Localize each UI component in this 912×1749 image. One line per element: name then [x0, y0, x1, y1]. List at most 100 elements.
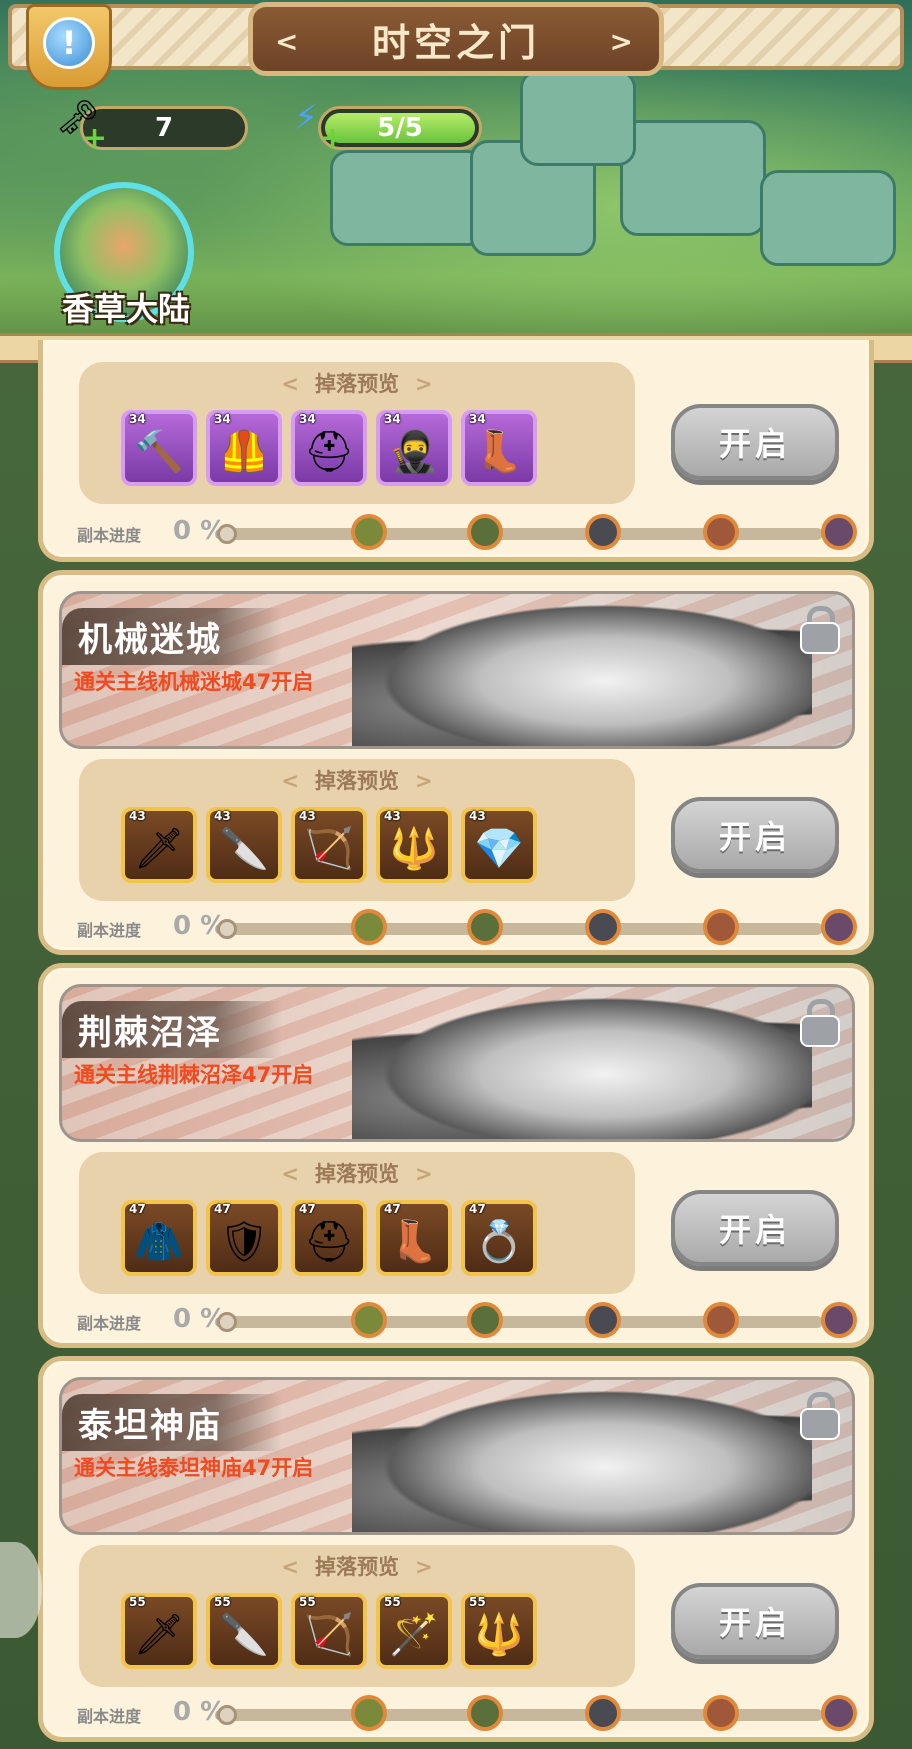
- hood-icon: 🥷: [389, 429, 439, 475]
- drop-item-slot[interactable]: 55 🔱: [461, 1593, 537, 1669]
- scimitar-icon: 🗡: [133, 826, 185, 872]
- map-selector[interactable]: 香草大陆: [46, 182, 206, 342]
- drop-item-slot[interactable]: 47 🧥: [121, 1200, 197, 1276]
- drop-item-slot[interactable]: 34 👢: [461, 410, 537, 486]
- progress-label: 副本进度: [77, 921, 142, 940]
- drop-item-slot[interactable]: 34 🦺: [206, 410, 282, 486]
- drop-item-slot[interactable]: 55 🔪: [206, 1593, 282, 1669]
- progress-start-node: [217, 919, 237, 939]
- chevron-right-icon: >: [609, 25, 637, 58]
- drop-item-slot[interactable]: 34 ⛑: [291, 410, 367, 486]
- progress-label: 副本进度: [77, 526, 142, 545]
- boar-icon[interactable]: [585, 1302, 621, 1338]
- chevron-right-icon: >: [415, 1162, 433, 1186]
- open-button[interactable]: 开启: [671, 404, 839, 480]
- blade-icon: 🔪: [219, 826, 269, 872]
- fire-bot-icon[interactable]: [585, 909, 621, 945]
- chevron-left-icon: <: [281, 372, 299, 396]
- add-energy-button[interactable]: +: [320, 124, 345, 154]
- warlord-icon[interactable]: [821, 1695, 857, 1731]
- dungeon-progress: 副本进度 0 %: [43, 1693, 879, 1733]
- drop-item-slot[interactable]: 34 🔨: [121, 410, 197, 486]
- chevron-left-icon: <: [281, 1555, 299, 1579]
- drop-preview-title: < 掉落预览 >: [281, 372, 433, 396]
- drop-preview: < 掉落预览 > 55 🗡 55 🔪 55 🏹 55 🪄 55 🔱: [79, 1545, 635, 1687]
- drop-item-slot[interactable]: 47 🛡: [206, 1200, 282, 1276]
- drop-item-slot[interactable]: 43 🔪: [206, 807, 282, 883]
- scene-rock: [760, 170, 896, 266]
- drop-preview: < 掉落预览 > 47 🧥 47 🛡 47 ⛑ 47 👢 47 💍: [79, 1152, 635, 1294]
- drop-item-slot[interactable]: 34 🥷: [376, 410, 452, 486]
- troll-icon[interactable]: [467, 1302, 503, 1338]
- ice-mage-icon[interactable]: [467, 1695, 503, 1731]
- dungeon-banner[interactable]: 泰坦神庙 通关主线泰坦神庙47开启: [59, 1377, 855, 1535]
- boss-artwork: [352, 987, 812, 1139]
- drop-item-slot[interactable]: 55 🏹: [291, 1593, 367, 1669]
- dungeon-banner[interactable]: 荆棘沼泽 通关主线荆棘沼泽47开启: [59, 984, 855, 1142]
- dark-beast-icon[interactable]: [585, 514, 621, 550]
- witch-icon[interactable]: [821, 514, 857, 550]
- helm-icon: ⛑: [303, 1219, 355, 1265]
- dungeon-progress: 副本进度 0 %: [43, 512, 879, 552]
- map-name: 香草大陆: [61, 290, 190, 328]
- dungeon-name: 泰坦神庙: [62, 1394, 282, 1451]
- chevron-right-icon: >: [415, 372, 433, 396]
- armor-icon: 🛡: [218, 1219, 270, 1265]
- chevron-left-icon: <: [281, 769, 299, 793]
- boss-artwork: [352, 594, 812, 746]
- open-button[interactable]: 开启: [671, 797, 839, 873]
- drop-item-slot[interactable]: 43 🗡: [121, 807, 197, 883]
- cloak-icon: 🧥: [134, 1219, 184, 1265]
- drop-preview-title: < 掉落预览 >: [281, 1162, 433, 1186]
- engineer-icon[interactable]: [703, 909, 739, 945]
- swamp-beast-icon[interactable]: [351, 1302, 387, 1338]
- wand-icon: 💎: [474, 826, 524, 872]
- drop-item-slot[interactable]: 55 🗡: [121, 1593, 197, 1669]
- chest-armor-icon: 🦺: [219, 429, 269, 475]
- dungeon-card-titan-temple: 泰坦神庙 通关主线泰坦神庙47开启 < 掉落预览 > 55 🗡 55 🔪 55 🏹 55 🪄 55 🔱…: [38, 1356, 874, 1742]
- chevron-left-icon: <: [281, 1162, 299, 1186]
- ogre-icon[interactable]: [703, 1302, 739, 1338]
- dungeon-card-vanilla: < 掉落预览 > 34 🔨 34 🦺 34 ⛑ 34 🥷 34 👢 开启 副本进度 0 %: [38, 340, 874, 562]
- beast-icon[interactable]: [703, 1695, 739, 1731]
- drop-item-slot[interactable]: 47 ⛑: [291, 1200, 367, 1276]
- chevron-left-icon: <: [275, 25, 303, 58]
- drop-item-slot[interactable]: 55 🪄: [376, 1593, 452, 1669]
- drop-item-slot[interactable]: 47 💍: [461, 1200, 537, 1276]
- open-button[interactable]: 开启: [671, 1190, 839, 1266]
- orc-icon[interactable]: [821, 1302, 857, 1338]
- goblin-shaman-icon[interactable]: [467, 514, 503, 550]
- header-scene: < 时空之门 > ! 7 🗝 + 5/5 ⚡ + 香草大陆: [0, 0, 912, 345]
- drop-item-slot[interactable]: 43 🏹: [291, 807, 367, 883]
- fire-spirit-icon[interactable]: [351, 1695, 387, 1731]
- add-key-button[interactable]: +: [82, 124, 107, 154]
- stone-titan-icon[interactable]: [585, 1695, 621, 1731]
- drop-item-slot[interactable]: 43 🔱: [376, 807, 452, 883]
- goblin-boss-icon[interactable]: [351, 514, 387, 550]
- dungeon-card-mech-city: 机械迷城 通关主线机械迷城47开启 < 掉落预览 > 43 🗡 43 🔪 43 🏹 43 🔱 43 💎…: [38, 570, 874, 955]
- bow-icon: 🏹: [304, 1612, 354, 1658]
- info-button[interactable]: !: [26, 4, 112, 90]
- goblin-chief-icon[interactable]: [821, 909, 857, 945]
- lock-icon: [796, 1388, 840, 1440]
- mech-goblin-icon[interactable]: [351, 909, 387, 945]
- chevron-right-icon: >: [415, 769, 433, 793]
- unlock-requirement: 通关主线荆棘沼泽47开启: [74, 1063, 314, 1087]
- chevron-right-icon: >: [415, 1555, 433, 1579]
- hammer-icon: 🔨: [134, 429, 184, 475]
- progress-label: 副本进度: [77, 1707, 142, 1726]
- progress-label: 副本进度: [77, 1314, 142, 1333]
- crystal-golem-icon[interactable]: [467, 909, 503, 945]
- page-title: 时空之门: [371, 20, 540, 65]
- progress-start-node: [217, 1705, 237, 1725]
- greatsword-icon: 🗡: [133, 1612, 185, 1658]
- dungeon-banner[interactable]: 机械迷城 通关主线机械迷城47开启: [59, 591, 855, 749]
- scene-rock: [620, 120, 766, 236]
- dungeon-card-thorn-swamp: 荆棘沼泽 通关主线荆棘沼泽47开启 < 掉落预览 > 47 🧥 47 🛡 47 ⛑ 47 👢 47 💍…: [38, 963, 874, 1348]
- drop-item-slot[interactable]: 43 💎: [461, 807, 537, 883]
- bandit-icon[interactable]: [703, 514, 739, 550]
- drop-preview: < 掉落预览 > 34 🔨 34 🦺 34 ⛑ 34 🥷 34 👢: [79, 362, 635, 504]
- drop-item-slot[interactable]: 47 👢: [376, 1200, 452, 1276]
- dungeon-progress: 副本进度 0 %: [43, 907, 879, 947]
- open-button[interactable]: 开启: [671, 1583, 839, 1659]
